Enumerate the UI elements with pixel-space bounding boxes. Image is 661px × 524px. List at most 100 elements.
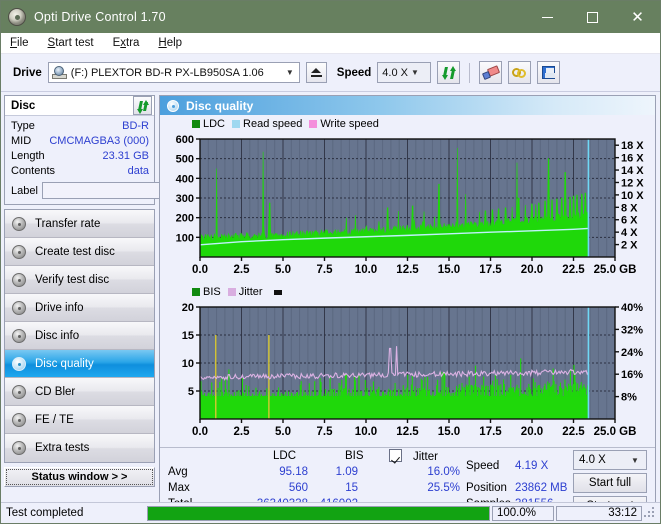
- disc-icon: [12, 244, 26, 259]
- legend-swatch-bis: [192, 288, 200, 296]
- sidebar-item-disc-info[interactable]: Disc info: [5, 322, 154, 350]
- sidebar-item-label: Extra tests: [35, 442, 90, 454]
- ldc-chart: 100 200 300 400 500 600 2 X4 X6 X8 X 10 X 12 X 14…: [160, 131, 655, 283]
- disc-row-contents: Contents data: [11, 164, 149, 179]
- sidebar-item-label: CD Bler: [35, 385, 76, 398]
- legend-entry-bis: BIS: [192, 286, 221, 298]
- minimize-button[interactable]: [525, 1, 570, 33]
- progress-percent: 100.0%: [492, 505, 554, 521]
- progress-bar-fill: [148, 506, 489, 520]
- svg-text:32%: 32%: [621, 324, 643, 336]
- menu-help[interactable]: Help: [158, 37, 182, 49]
- disc-refresh-button[interactable]: [133, 96, 152, 115]
- svg-text:12.5: 12.5: [396, 426, 419, 438]
- disc-icon: [12, 384, 26, 399]
- sidebar-item-disc-quality[interactable]: Disc quality: [5, 350, 154, 378]
- sidebar-item-cd-bler[interactable]: CD Bler: [5, 378, 154, 406]
- window-controls: ✕: [525, 1, 660, 33]
- bis-chart-legend: BIS Jitter: [160, 285, 655, 299]
- svg-text:300: 300: [176, 193, 194, 205]
- svg-text:14 X: 14 X: [621, 165, 644, 177]
- menu-extra-rest: tra: [126, 37, 140, 49]
- svg-text:15.0: 15.0: [438, 426, 460, 438]
- disc-row-length-value: 23.31 GB: [102, 150, 149, 162]
- resize-grip-icon[interactable]: [644, 506, 657, 520]
- sidebar-item-label: FE / TE: [35, 413, 74, 426]
- disc-row-mid-value: CMCMAGBA3 (000): [49, 135, 149, 147]
- svg-text:12.5: 12.5: [396, 264, 419, 276]
- jitter-checkbox[interactable]: [389, 449, 402, 465]
- svg-text:600: 600: [176, 134, 194, 146]
- app-icon: [8, 8, 26, 26]
- drive-select[interactable]: (F:) PLEXTOR BD-R PX-LB950SA 1.06 ▼: [47, 62, 300, 83]
- stats-row-max-label: Max: [168, 482, 190, 494]
- svg-text:20.0: 20.0: [521, 264, 543, 276]
- speed-select[interactable]: 4.0 X ▼: [377, 62, 432, 83]
- svg-text:20.0: 20.0: [521, 426, 543, 438]
- rings-button[interactable]: [508, 61, 532, 84]
- stats-max-ldc: 560: [288, 482, 308, 494]
- menu-file[interactable]: File: [10, 37, 29, 49]
- stats-row-avg-label: Avg: [168, 466, 188, 478]
- disc-row-length: Length 23.31 GB: [11, 149, 149, 164]
- disc-icon: [12, 272, 26, 287]
- disc-panel: Disc Type BD-R MID CMCMAGBA3 (000) Lengt…: [4, 95, 244, 205]
- close-icon: ✕: [631, 7, 644, 26]
- sidebar-item-drive-info[interactable]: Drive info: [5, 294, 154, 322]
- menu-extra[interactable]: Extra: [113, 37, 140, 49]
- menu-bar: File Start test Extra Help: [1, 33, 660, 54]
- test-speed-select[interactable]: 4.0 X ▼: [573, 450, 647, 470]
- disc-icon: [12, 356, 26, 371]
- floppy-save-icon: [542, 66, 556, 79]
- sidebar-item-create-test-disc[interactable]: Create test disc: [5, 238, 154, 266]
- disc-row-contents-value[interactable]: data: [128, 164, 149, 179]
- sidebar-item-fe-te[interactable]: FE / TE: [5, 406, 154, 434]
- svg-text:4 X: 4 X: [621, 227, 638, 239]
- menu-start-test[interactable]: Start test: [48, 37, 94, 49]
- svg-text:12 X: 12 X: [621, 177, 644, 189]
- disc-panel-header: Disc: [5, 96, 154, 116]
- elapsed-time: 33:12: [556, 505, 642, 521]
- svg-text:10: 10: [182, 358, 194, 370]
- toolbar-separator: [469, 62, 471, 83]
- sidebar-item-label: Disc quality: [35, 357, 94, 370]
- speed-label: Speed: [336, 66, 372, 79]
- legend-swatch-read-speed: [232, 120, 241, 128]
- svg-text:8%: 8%: [621, 392, 637, 404]
- jitter-label: Jitter: [413, 451, 438, 463]
- stats-avg-ldc: 95.18: [279, 466, 308, 478]
- eject-button[interactable]: [305, 62, 327, 83]
- close-button[interactable]: ✕: [615, 1, 660, 33]
- svg-text:6 X: 6 X: [621, 215, 638, 227]
- disc-icon: [12, 412, 26, 427]
- sidebar-item-verify-test-disc[interactable]: Verify test disc: [5, 266, 154, 294]
- ldc-chart-legend: LDC Read speed Write speed: [160, 117, 655, 131]
- maximize-button[interactable]: [570, 1, 615, 33]
- status-message: Test completed: [6, 507, 84, 519]
- erase-button[interactable]: [479, 61, 503, 84]
- svg-text:5.0: 5.0: [275, 426, 291, 438]
- start-full-button[interactable]: Start full: [573, 473, 647, 493]
- refresh-icon: [441, 65, 456, 80]
- gold-rings-icon: [511, 67, 528, 79]
- legend-entry-jitter: Jitter: [227, 286, 263, 298]
- svg-text:10.0: 10.0: [355, 264, 377, 276]
- rescan-button[interactable]: [437, 61, 461, 84]
- disc-icon: [12, 216, 26, 231]
- svg-text:22.5: 22.5: [562, 264, 585, 276]
- status-window-button[interactable]: Status window > >: [4, 467, 155, 487]
- legend-entry-read-speed: Read speed: [232, 118, 302, 130]
- sidebar-item-label: Disc info: [35, 329, 80, 342]
- sidebar-item-transfer-rate[interactable]: Transfer rate: [5, 210, 154, 238]
- save-button[interactable]: [537, 61, 561, 84]
- sidebar-item-extra-tests[interactable]: Extra tests: [5, 434, 154, 462]
- legend-swatch-jitter: [227, 288, 236, 296]
- svg-text:10.0: 10.0: [355, 426, 377, 438]
- chevron-down-icon: ▼: [411, 68, 419, 77]
- svg-text:2 X: 2 X: [621, 240, 638, 252]
- disc-icon: [12, 328, 26, 343]
- svg-text:18 X: 18 X: [621, 140, 644, 152]
- disc-label-row: Label: [11, 181, 244, 200]
- nav-list: Transfer rate Create test disc Verify te…: [4, 209, 155, 463]
- app-window: Opti Drive Control 1.70 ✕ File Start tes…: [0, 0, 661, 524]
